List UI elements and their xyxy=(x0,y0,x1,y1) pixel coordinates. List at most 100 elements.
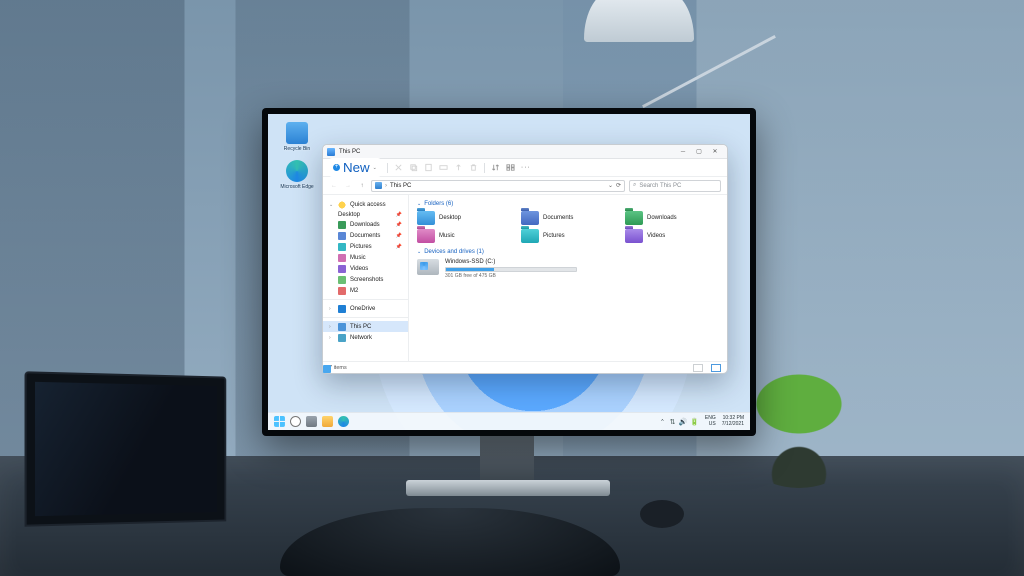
folder-icon xyxy=(417,229,435,243)
folder-icon xyxy=(338,287,346,295)
taskbar-search-button[interactable] xyxy=(290,416,301,427)
section-drives-header[interactable]: ⌄ Devices and drives (1) xyxy=(417,249,719,255)
view-icon[interactable] xyxy=(506,163,515,172)
sidebar-item-m2[interactable]: M2 xyxy=(323,285,408,296)
taskbar-edge[interactable] xyxy=(338,416,349,427)
sidebar-item-onedrive[interactable]: › OneDrive xyxy=(323,303,408,314)
folder-icon xyxy=(338,232,346,240)
sidebar-item-label: Desktop xyxy=(338,212,360,218)
taskbar-file-explorer[interactable] xyxy=(322,416,333,427)
content-pane: ⌄ Folders (6) Desktop Documents Downloads M… xyxy=(409,195,727,361)
search-input[interactable]: ⌕ Search This PC xyxy=(629,180,721,192)
tray-chevron-icon[interactable]: ^ xyxy=(661,419,663,425)
language-indicator[interactable]: ENG US xyxy=(705,416,716,427)
sidebar-item-downloads[interactable]: Downloads📌 xyxy=(323,219,408,230)
new-button[interactable]: + New ⌄ xyxy=(329,158,381,177)
sidebar-item-label: Quick access xyxy=(350,202,386,208)
sidebar-item-label: Network xyxy=(350,335,372,341)
rename-icon xyxy=(439,163,448,172)
sidebar-item-screenshots[interactable]: Screenshots xyxy=(323,274,408,285)
folder-desktop[interactable]: Desktop xyxy=(417,211,511,225)
drive-item[interactable]: Windows-SSD (C:) 301 GB free of 475 GB xyxy=(417,259,577,279)
star-icon xyxy=(338,201,346,209)
edge-icon xyxy=(286,160,308,182)
chevron-down-icon: ⌄ xyxy=(417,201,421,207)
sidebar-item-label: Documents xyxy=(350,233,380,239)
forward-button: → xyxy=(343,181,353,191)
task-view-button[interactable] xyxy=(306,416,317,427)
new-button-label: New xyxy=(343,160,370,175)
laptop-prop xyxy=(25,371,227,527)
sidebar-item-music[interactable]: Music xyxy=(323,252,408,263)
address-bar[interactable]: › This PC ⌄ ⟳ xyxy=(371,180,625,192)
plus-icon: + xyxy=(333,164,340,171)
refresh-button[interactable]: ⟳ xyxy=(616,182,621,189)
address-bar-row: ← → ↑ › This PC ⌄ ⟳ ⌕ Search This PC xyxy=(323,177,727,195)
system-tray[interactable]: ⇅ 🔊 🔋 xyxy=(670,418,699,426)
up-button[interactable]: ↑ xyxy=(357,181,367,191)
folder-documents[interactable]: Documents xyxy=(521,211,615,225)
folder-pictures[interactable]: Pictures xyxy=(521,229,615,243)
breadcrumb[interactable]: This PC xyxy=(390,183,411,189)
details-view-button[interactable] xyxy=(693,364,703,372)
more-button[interactable]: ··· xyxy=(521,164,531,171)
desktop-icon-edge[interactable]: Microsoft Edge xyxy=(274,160,320,190)
folder-icon xyxy=(338,243,346,251)
mouse-prop xyxy=(640,500,684,528)
sort-icon[interactable] xyxy=(491,163,500,172)
sidebar-item-label: Pictures xyxy=(350,244,372,250)
folder-label: Downloads xyxy=(647,215,677,221)
monitor-stand-base xyxy=(406,480,610,496)
section-folders-header[interactable]: ⌄ Folders (6) xyxy=(417,201,719,207)
sidebar-item-videos[interactable]: Videos xyxy=(323,263,408,274)
chevron-right-icon: › xyxy=(329,335,334,341)
battery-icon: 🔋 xyxy=(690,418,699,426)
folder-icon xyxy=(521,229,539,243)
folder-label: Desktop xyxy=(439,215,461,221)
sidebar-item-quick-access[interactable]: ⌄ Quick access xyxy=(323,199,408,210)
tiles-view-button[interactable] xyxy=(711,364,721,372)
file-explorer-window[interactable]: This PC ─ ▢ ✕ + New ⌄ xyxy=(322,144,728,374)
folder-downloads[interactable]: Downloads xyxy=(625,211,719,225)
sidebar-item-this-pc[interactable]: › This PC xyxy=(323,321,408,332)
sidebar-item-network[interactable]: › Network xyxy=(323,332,408,343)
screen: Recycle Bin Microsoft Edge This PC ─ ▢ ✕… xyxy=(268,114,750,430)
this-pc-icon xyxy=(327,148,335,156)
delete-icon xyxy=(469,163,478,172)
folder-icon xyxy=(521,211,539,225)
sidebar-item-desktop[interactable]: Desktop📌 xyxy=(323,210,408,219)
desktop-icon-label: Recycle Bin xyxy=(274,146,320,152)
drive-icon xyxy=(417,259,439,275)
folder-label: Music xyxy=(439,233,455,239)
desktop-icon-recycle-bin[interactable]: Recycle Bin xyxy=(274,122,320,152)
folder-icon xyxy=(625,229,643,243)
folder-music[interactable]: Music xyxy=(417,229,511,243)
cloud-icon xyxy=(338,305,346,313)
sidebar-item-label: M2 xyxy=(350,288,358,294)
minimize-button[interactable]: ─ xyxy=(675,146,691,158)
sidebar-item-documents[interactable]: Documents📌 xyxy=(323,230,408,241)
chevron-down-icon: ⌄ xyxy=(329,202,334,208)
window-title: This PC xyxy=(339,149,360,155)
search-icon: ⌕ xyxy=(633,182,636,189)
start-button[interactable] xyxy=(274,416,285,427)
sidebar-item-label: Screenshots xyxy=(350,277,383,283)
desktop-icon-label: Microsoft Edge xyxy=(274,184,320,190)
history-chevron-icon[interactable]: ⌄ xyxy=(608,182,613,189)
sidebar-item-label: Music xyxy=(350,255,366,261)
chevron-right-icon: › xyxy=(329,306,334,312)
folder-icon xyxy=(338,276,346,284)
folder-videos[interactable]: Videos xyxy=(625,229,719,243)
maximize-button[interactable]: ▢ xyxy=(691,146,707,158)
drive-usage-bar xyxy=(445,267,577,272)
titlebar[interactable]: This PC ─ ▢ ✕ xyxy=(323,145,727,159)
close-button[interactable]: ✕ xyxy=(707,146,723,158)
nav-pane: ⌄ Quick access Desktop📌Downloads📌Documen… xyxy=(323,195,409,361)
copy-icon xyxy=(409,163,418,172)
sidebar-item-pictures[interactable]: Pictures📌 xyxy=(323,241,408,252)
folder-icon xyxy=(338,254,346,262)
chevron-right-icon: › xyxy=(329,324,334,330)
this-pc-icon xyxy=(375,182,382,189)
lang-line2: US xyxy=(705,422,716,427)
clock[interactable]: 10:32 PM 7/12/2021 xyxy=(722,416,744,427)
